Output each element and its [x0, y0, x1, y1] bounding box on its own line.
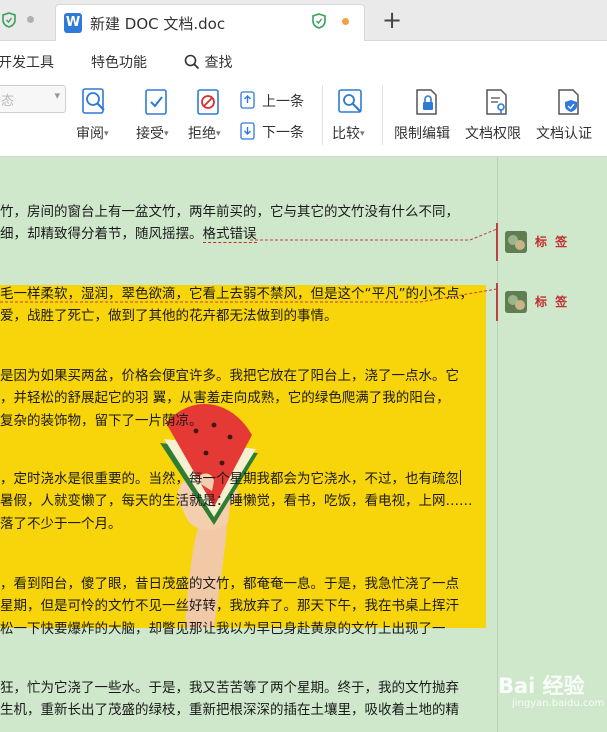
wps-writer-icon: W — [64, 13, 82, 33]
tab-status-dot — [27, 16, 34, 23]
previous-icon — [240, 91, 255, 109]
new-tab-button[interactable]: + — [382, 6, 402, 34]
reject-label: 拒绝 — [188, 126, 216, 142]
lock-document-icon — [416, 89, 437, 115]
toolbar-divider — [322, 85, 323, 145]
review-toolbar: 态 ▾ 审阅▾ 接受▾ 拒绝▾ 上一条 下一条 比较▾ 限制编辑 文档权限 文档… — [0, 79, 607, 157]
document-key-icon — [486, 89, 507, 115]
caret-icon: ▾ — [104, 129, 109, 139]
revision-balloon[interactable]: 标 签 — [496, 223, 585, 261]
caret-icon: ▾ — [216, 129, 221, 139]
accept-label: 接受 — [136, 126, 164, 142]
menu-special-features[interactable]: 特色功能 — [91, 52, 147, 72]
restrict-editing-button[interactable]: 限制编辑 — [392, 79, 458, 153]
next-icon — [240, 122, 255, 140]
balloon-marker — [496, 283, 498, 321]
watermark-url: jingyan.baidu.com — [512, 698, 605, 709]
dropdown-value: 态 — [1, 94, 15, 109]
balloon-label: 标 签 — [535, 295, 570, 309]
document-permission-label: 文档权限 — [465, 126, 521, 142]
tab-previous[interactable] — [0, 0, 52, 40]
next-change-button[interactable]: 下一条 — [238, 120, 314, 144]
tab-bar: W 新建 DOC 文档.doc + — [0, 0, 607, 41]
chevron-down-icon: ▾ — [54, 89, 60, 102]
menu-bar: 开发工具 特色功能 查找 — [0, 41, 607, 79]
caret-icon: ▾ — [164, 129, 169, 139]
shield-icon — [312, 13, 326, 29]
toolbar-divider — [382, 85, 383, 145]
menu-developer-tools[interactable]: 开发工具 — [0, 52, 54, 72]
watermark-logo: Bai 经验 — [498, 674, 585, 698]
tab-document[interactable]: W 新建 DOC 文档.doc — [55, 4, 365, 41]
reject-button[interactable]: 拒绝▾ — [188, 79, 232, 153]
tab-title: 新建 DOC 文档.doc — [90, 15, 226, 33]
document-certification-button[interactable]: 文档认证 — [534, 79, 600, 153]
document-certification-label: 文档认证 — [536, 126, 592, 142]
review-label: 审阅 — [76, 126, 104, 142]
avatar — [505, 291, 527, 313]
balloon-marker — [496, 223, 498, 261]
revision-balloon[interactable]: 标 签 — [496, 283, 585, 321]
reject-icon — [197, 89, 219, 115]
accept-check-icon — [145, 89, 167, 115]
unsaved-dot — [342, 18, 349, 25]
display-mode-dropdown[interactable]: 态 ▾ — [0, 85, 66, 113]
compare-label: 比较 — [332, 126, 360, 142]
review-magnifier-icon — [82, 88, 105, 114]
caret-icon: ▾ — [360, 129, 365, 139]
site-watermark: Bai 经验 jingyan.baidu.com — [498, 665, 607, 715]
avatar — [505, 231, 527, 253]
document-permission-button[interactable]: 文档权限 — [464, 79, 530, 153]
review-button[interactable]: 审阅▾ — [74, 79, 118, 153]
certificate-shield-icon — [558, 89, 579, 115]
search-icon — [184, 54, 200, 70]
accept-button[interactable]: 接受▾ — [136, 79, 180, 153]
restrict-editing-label: 限制编辑 — [394, 126, 450, 142]
compare-button[interactable]: 比较▾ — [330, 79, 374, 153]
next-label: 下一条 — [262, 125, 304, 141]
previous-change-button[interactable]: 上一条 — [238, 89, 314, 113]
previous-label: 上一条 — [262, 94, 304, 110]
menu-search[interactable]: 查找 — [184, 52, 232, 72]
balloon-label: 标 签 — [535, 235, 570, 249]
shield-icon — [2, 12, 16, 28]
search-label: 查找 — [204, 55, 233, 71]
compare-icon — [338, 89, 362, 113]
